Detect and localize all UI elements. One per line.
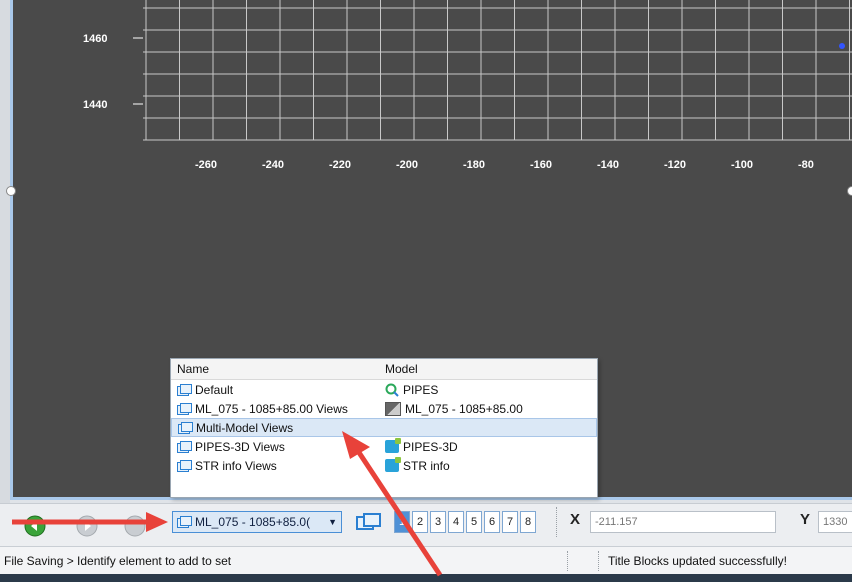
row-name: Multi-Model Views: [196, 420, 294, 435]
toolbar-separator: [556, 507, 557, 537]
right-resize-handle[interactable]: [847, 186, 852, 196]
dropdown-row[interactable]: Default PIPES: [171, 380, 597, 399]
y-tick-label: 1460: [83, 33, 107, 45]
status-separator: [598, 551, 600, 571]
status-prompt: File Saving > Identify element to add to…: [4, 554, 232, 568]
row-model-cell: PIPES: [385, 383, 597, 397]
row-model: ML_075 - 1085+85.00: [405, 401, 523, 416]
annotation-arrow-up: [342, 431, 443, 577]
x-label: X: [570, 511, 581, 528]
view-group-selector[interactable]: ML_075 - 1085+85.0( ▼: [172, 511, 342, 533]
row-name: ML_075 - 1085+85.00 Views: [195, 401, 348, 416]
dropdown-row[interactable]: ML_075 - 1085+85.00 Views ML_075 - 1085+8…: [171, 399, 597, 418]
x-tick-label: -100: [731, 159, 753, 171]
status-message: Title Blocks updated successfully!: [608, 554, 787, 568]
x-coordinate-field[interactable]: -211.157: [590, 511, 776, 533]
view-icon: [178, 421, 193, 434]
x-tick-label: -160: [530, 159, 552, 171]
header-model: Model: [385, 362, 418, 376]
x-tick-label: -120: [664, 159, 686, 171]
row-model: PIPES: [403, 382, 439, 397]
view-6-button[interactable]: 6: [484, 511, 500, 533]
y-tick-label: 1440: [83, 99, 107, 111]
sheet-icon: [385, 401, 401, 416]
x-tick-label: -180: [463, 159, 485, 171]
x-tick-label: -240: [262, 159, 284, 171]
row-name: PIPES-3D Views: [195, 439, 285, 454]
row-name-cell: ML_075 - 1085+85.00 Views: [171, 402, 385, 416]
dropdown-header: Name Model: [171, 359, 597, 380]
x-tick-label: -80: [798, 159, 814, 171]
pipes-icon: [385, 383, 399, 397]
row-name: Default: [195, 382, 234, 397]
x-tick-label: -260: [195, 159, 217, 171]
view-group-value: ML_075 - 1085+85.0(: [195, 515, 311, 529]
view-icon: [177, 440, 192, 453]
view-icon: [177, 383, 192, 396]
header-name: Name: [177, 362, 210, 376]
annotation-arrow-left: [12, 512, 168, 532]
status-separator: [567, 551, 569, 571]
row-name-cell: Default: [171, 383, 385, 397]
row-name: STR info Views: [195, 458, 277, 473]
cursor-marker: [839, 43, 845, 49]
view-8-button[interactable]: 8: [520, 511, 536, 533]
grid-tick-labels: 1460 1440 -260 -240 -220 -200 -180 -160 -140 -120…: [83, 33, 845, 171]
y-coordinate-field[interactable]: 1330: [818, 511, 852, 533]
y-label: Y: [800, 511, 811, 528]
left-resize-handle[interactable]: [6, 186, 16, 196]
view-icon: [177, 402, 192, 415]
view-icon: [177, 459, 192, 472]
row-model-cell: ML_075 - 1085+85.00: [385, 401, 597, 416]
x-tick-label: -140: [597, 159, 619, 171]
view-7-button[interactable]: 7: [502, 511, 518, 533]
x-tick-label: -220: [329, 159, 351, 171]
grid-lines: [133, 0, 852, 141]
left-chrome: [0, 0, 10, 508]
x-tick-label: -200: [396, 159, 418, 171]
